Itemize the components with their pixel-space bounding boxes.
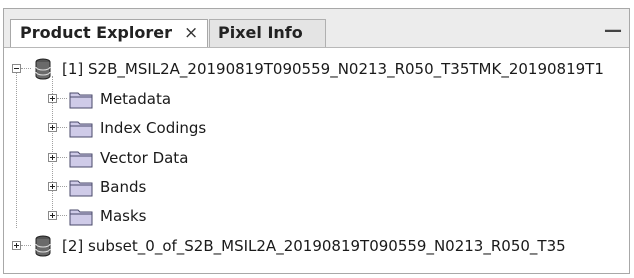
- tree-product-1[interactable]: [1] S2B_MSIL2A_20190819T090559_N0213_R05…: [4, 55, 629, 83]
- tree-node-label: Metadata: [100, 90, 172, 108]
- tree-node-masks[interactable]: Masks: [4, 202, 629, 230]
- product-tree: [1] S2B_MSIL2A_20190819T090559_N0213_R05…: [4, 48, 629, 273]
- tree-node-label: Masks: [100, 207, 147, 225]
- expand-icon[interactable]: [12, 241, 21, 250]
- expand-icon[interactable]: [48, 94, 57, 103]
- tree-product-label: [2] subset_0_of_S2B_MSIL2A_20190819T0905…: [62, 237, 566, 255]
- tree-node-label: Vector Data: [100, 149, 189, 167]
- database-icon: [35, 58, 51, 80]
- tree-node-label: Index Codings: [100, 119, 207, 137]
- tree-node-label: Bands: [100, 178, 147, 196]
- tab-pixel-info[interactable]: Pixel Info: [209, 19, 326, 47]
- tab-bar: Product Explorer × Pixel Info —: [4, 9, 629, 48]
- minimize-icon[interactable]: —: [604, 22, 622, 40]
- tab-product-explorer-label: Product Explorer: [20, 23, 172, 42]
- collapse-icon[interactable]: [12, 64, 21, 73]
- tree-node-metadata[interactable]: Metadata: [4, 85, 629, 113]
- folder-icon: [69, 121, 93, 138]
- expand-icon[interactable]: [48, 153, 57, 162]
- tab-pixel-info-label: Pixel Info: [218, 23, 303, 42]
- tab-product-explorer[interactable]: Product Explorer ×: [10, 19, 208, 47]
- database-icon: [35, 235, 51, 257]
- folder-icon: [69, 209, 93, 226]
- expand-icon[interactable]: [48, 123, 57, 132]
- tree-product-label: [1] S2B_MSIL2A_20190819T090559_N0213_R05…: [62, 60, 604, 78]
- tree-node-bands[interactable]: Bands: [4, 173, 629, 201]
- folder-icon: [69, 180, 93, 197]
- product-explorer-panel: Product Explorer × Pixel Info — [1] S2B_…: [3, 8, 630, 274]
- close-tab-icon[interactable]: ×: [184, 20, 198, 46]
- folder-icon: [69, 151, 93, 168]
- tree-node-vector-data[interactable]: Vector Data: [4, 144, 629, 172]
- expand-icon[interactable]: [48, 182, 57, 191]
- expand-icon[interactable]: [48, 211, 57, 220]
- tree-product-2[interactable]: [2] subset_0_of_S2B_MSIL2A_20190819T0905…: [4, 232, 629, 260]
- folder-icon: [69, 92, 93, 109]
- tree-node-index-codings[interactable]: Index Codings: [4, 114, 629, 142]
